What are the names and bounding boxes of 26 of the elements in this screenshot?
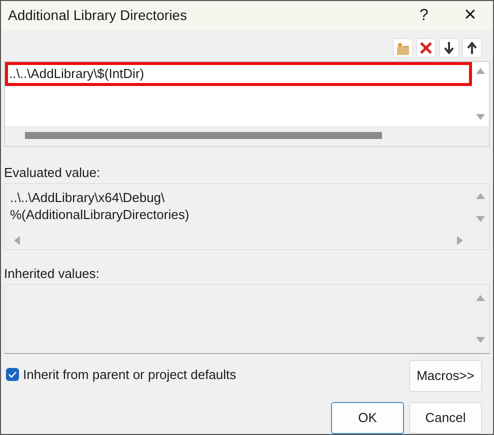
evaluated-line: ..\..\AddLibrary\x64\Debug\: [10, 188, 166, 206]
new-folder-icon[interactable]: [393, 38, 413, 58]
evaluated-label: Evaluated value:: [4, 164, 102, 179]
scrollbar-thumb[interactable]: [25, 132, 382, 140]
help-button[interactable]: ?: [401, 1, 447, 30]
inherit-label: Inherit from parent or project defaults: [23, 366, 236, 384]
scroll-up-icon[interactable]: [476, 192, 485, 199]
scroll-down-icon[interactable]: [476, 216, 485, 222]
directory-entry[interactable]: ..\..\AddLibrary\$(IntDir): [5, 62, 472, 86]
scroll-up-icon[interactable]: [476, 68, 485, 74]
delete-icon[interactable]: [416, 38, 436, 58]
scroll-down-icon[interactable]: [476, 114, 485, 120]
arrow-down-icon[interactable]: [439, 38, 459, 58]
scroll-left-icon[interactable]: [14, 236, 20, 245]
scroll-right-icon[interactable]: [457, 236, 463, 245]
macros-button[interactable]: Macros>>: [409, 360, 482, 392]
evaluated-line: %(AdditionalLibraryDirectories): [10, 206, 190, 223]
close-button[interactable]: ✕: [447, 1, 493, 30]
scroll-down-icon[interactable]: [476, 337, 485, 343]
cancel-button[interactable]: Cancel: [409, 402, 482, 434]
arrow-up-icon[interactable]: [462, 38, 482, 58]
inherited-label: Inherited values:: [4, 265, 100, 280]
inherit-checkbox[interactable]: [6, 368, 19, 382]
scroll-up-icon[interactable]: [476, 295, 485, 302]
ok-button[interactable]: OK: [331, 402, 404, 434]
window-title: Additional Library Directories: [8, 6, 187, 25]
